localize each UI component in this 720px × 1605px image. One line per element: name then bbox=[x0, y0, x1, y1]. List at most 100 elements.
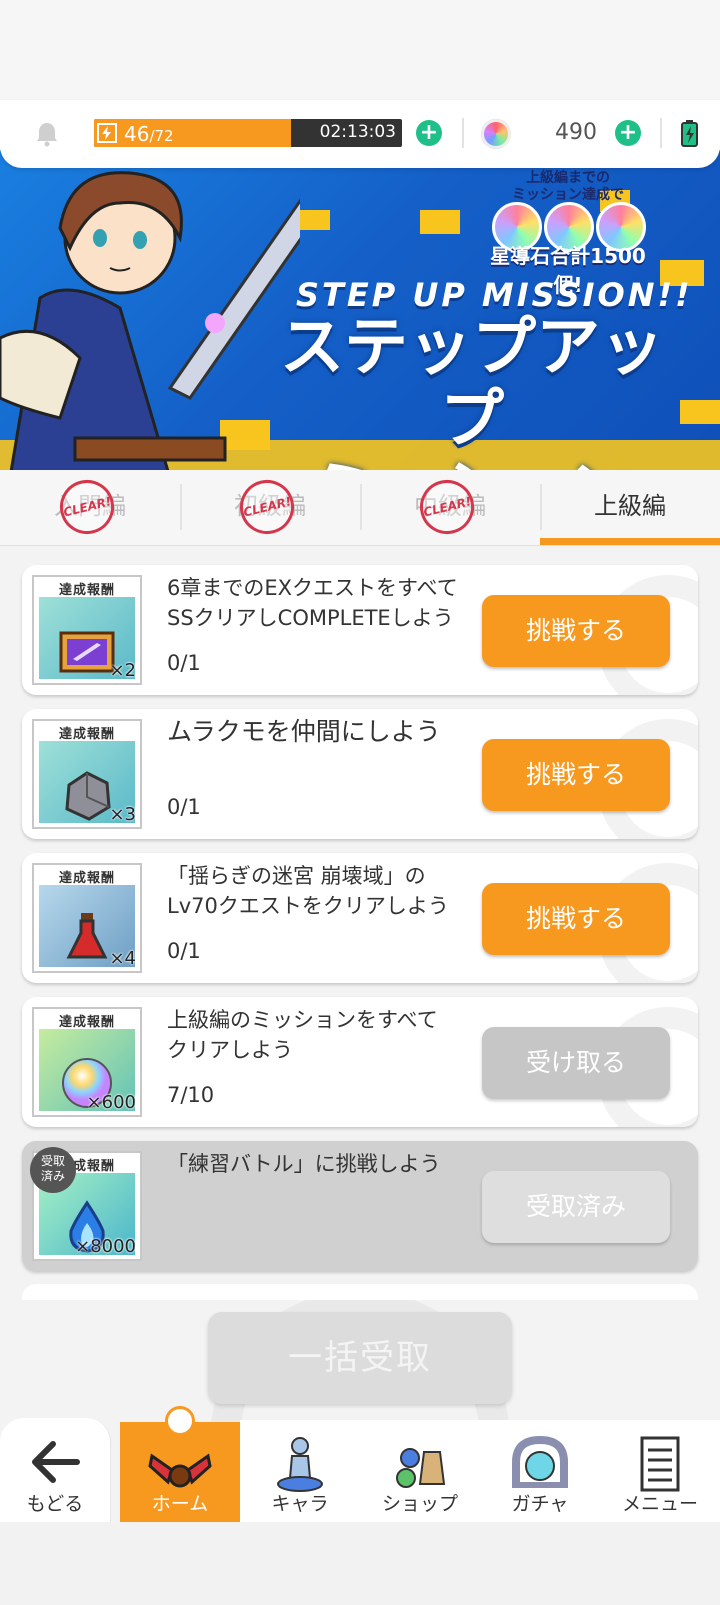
claimed-badge-line2: 済み bbox=[40, 1169, 65, 1183]
tab-elementary[interactable]: 初級編 CLEAR! bbox=[180, 470, 360, 545]
reward-box[interactable]: 達成報酬 ×8000 受取 済み bbox=[30, 1147, 142, 1261]
banner-subtitle: STEP UP MISSION!! bbox=[296, 276, 693, 314]
tab-intermediate[interactable]: 中級編 CLEAR! bbox=[360, 470, 540, 545]
reward-label: 達成報酬 bbox=[58, 871, 115, 886]
challenge-button[interactable]: 挑戦する bbox=[482, 739, 670, 811]
add-stamina-plus-icon[interactable]: + bbox=[416, 120, 442, 146]
tab-label: 上級編 bbox=[594, 492, 666, 520]
receive-button[interactable]: 受け取る bbox=[482, 1027, 670, 1099]
challenge-button[interactable]: 挑戦する bbox=[482, 595, 670, 667]
ore-rock-icon bbox=[65, 771, 111, 821]
nav-character[interactable]: キャラ bbox=[240, 1420, 361, 1522]
mission-card: 達成報酬 ×2 6章までのEXクエストをすべて SSクリアしCOMPLETEしよ… bbox=[22, 565, 698, 695]
banner-decoration bbox=[300, 210, 330, 230]
challenge-button[interactable]: 挑戦する bbox=[482, 883, 670, 955]
mission-card-claimed: 達成報酬 ×8000 受取 済み 「練習バトル」に挑戦しよう 受取済み bbox=[22, 1141, 698, 1271]
nav-shop[interactable]: ショップ bbox=[360, 1420, 481, 1522]
mission-line1: 6章までのEXクエストをすべて bbox=[167, 576, 458, 600]
reward-box[interactable]: 達成報酬 ×2 bbox=[32, 575, 142, 685]
stamina-timer: 02:13:03 bbox=[319, 122, 396, 142]
reward-box[interactable]: 達成報酬 ×4 bbox=[32, 863, 142, 973]
claimed-badge-line1: 受取 bbox=[40, 1154, 65, 1168]
character-icon bbox=[277, 1437, 323, 1492]
clear-stamp: CLEAR! bbox=[414, 474, 480, 540]
top-blank-area bbox=[0, 0, 720, 100]
mission-card: 達成報酬 ×3 ムラクモを仲間にしよう 0/1 挑戦する bbox=[22, 709, 698, 839]
hero-character-illustration bbox=[0, 171, 300, 470]
reward-count: ×2 bbox=[109, 660, 136, 681]
mission-progress: 7/10 bbox=[167, 1083, 215, 1107]
divider bbox=[462, 118, 464, 148]
home-orb-decoration bbox=[165, 1406, 195, 1436]
status-bar: 46/72 02:13:03 + 490 + bbox=[0, 100, 720, 168]
mission-description: 6章までのEXクエストをすべて SSクリアしCOMPLETEしよう bbox=[167, 573, 497, 633]
stamina-bar: 46/72 02:13:03 bbox=[94, 119, 402, 147]
banner-title-line2: ミッション bbox=[262, 456, 682, 470]
mission-description: 上級編のミッションをすべて クリアしよう bbox=[167, 1005, 497, 1065]
mission-list[interactable]: 達成報酬 ×2 6章までのEXクエストをすべて SSクリアしCOMPLETEしよ… bbox=[0, 560, 720, 1300]
mission-progress: 0/1 bbox=[167, 939, 201, 963]
reward-count: ×3 bbox=[109, 804, 136, 825]
banner-title-line1: ステップアップ bbox=[280, 311, 664, 457]
nav-label: メニュー bbox=[621, 1493, 698, 1515]
claimed-button[interactable]: 受取済み bbox=[482, 1171, 670, 1243]
stamina-current: 46 bbox=[124, 122, 150, 146]
tab-beginner[interactable]: 入門編 CLEAR! bbox=[0, 470, 180, 545]
reward-box[interactable]: 達成報酬 ×600 bbox=[32, 1007, 142, 1117]
battery-icon bbox=[681, 120, 698, 147]
reward-count: ×4 bbox=[109, 948, 136, 969]
shop-icon bbox=[396, 1448, 446, 1488]
reward-box[interactable]: 達成報酬 ×3 bbox=[32, 719, 142, 829]
mission-card: 達成報酬 ×4 「揺らぎの迷宮 崩壊域」の Lv70クエストをクリアしよう 0/… bbox=[22, 853, 698, 983]
tab-advanced[interactable]: 上級編 bbox=[540, 470, 720, 545]
stamina-text: 46/72 bbox=[124, 122, 174, 146]
reward-count: ×8000 bbox=[75, 1236, 136, 1257]
mission-line1: 「練習バトル」に挑戦しよう bbox=[167, 1152, 441, 1176]
mission-description: 「練習バトル」に挑戦しよう bbox=[167, 1149, 497, 1179]
reward-label: 達成報酬 bbox=[58, 583, 115, 598]
mission-progress: 0/1 bbox=[167, 795, 201, 819]
nav-gacha[interactable]: ガチャ bbox=[480, 1420, 601, 1522]
nav-label: キャラ bbox=[271, 1493, 329, 1515]
bulk-claim-button[interactable]: 一括受取 bbox=[208, 1312, 512, 1404]
gacha-icon bbox=[512, 1435, 568, 1488]
reward-count: ×600 bbox=[86, 1092, 136, 1113]
clear-stamp: CLEAR! bbox=[54, 474, 120, 540]
nav-label: ホーム bbox=[151, 1493, 209, 1515]
bottom-navigation: もどる ホーム キャラ ショップ ガチャ メニュー bbox=[0, 1406, 720, 1522]
add-gem-plus-icon[interactable]: + bbox=[615, 120, 641, 146]
nav-back[interactable]: もどる bbox=[0, 1418, 111, 1522]
mission-line2: Lv70クエストをクリアしよう bbox=[167, 894, 449, 918]
nav-home[interactable]: ホーム bbox=[120, 1406, 241, 1522]
difficulty-tabs: 入門編 CLEAR! 初級編 CLEAR! 中級編 CLEAR! 上級編 bbox=[0, 470, 720, 546]
home-icon bbox=[148, 1453, 212, 1488]
mission-card: 達成報酬 ×600 上級編のミッションをすべて クリアしよう 7/10 受け取る bbox=[22, 997, 698, 1127]
reward-label: 達成報酬 bbox=[58, 1015, 115, 1030]
nav-label: ショップ bbox=[381, 1493, 458, 1515]
mission-description: ムラクモを仲間にしよう bbox=[167, 717, 497, 747]
reward-label: 達成報酬 bbox=[58, 727, 115, 742]
nav-label: ガチャ bbox=[511, 1493, 569, 1515]
banner-decoration bbox=[680, 400, 720, 424]
back-arrow-icon bbox=[32, 1441, 80, 1483]
mission-line2: SSクリアしCOMPLETEしよう bbox=[167, 606, 454, 630]
bell-icon[interactable] bbox=[33, 120, 61, 148]
stamina-max: /72 bbox=[149, 127, 174, 145]
mission-progress: 0/1 bbox=[167, 651, 201, 675]
red-potion-icon bbox=[66, 913, 108, 959]
mission-line1: 「揺らぎの迷宮 崩壊域」の bbox=[167, 864, 426, 888]
step-up-mission-banner: 上級編までの ミッション達成で 星導石合計1500個! STEP UP MISS… bbox=[0, 150, 720, 470]
banner-prize-text: 上級編までの ミッション達成で bbox=[478, 170, 658, 204]
nav-label: もどる bbox=[26, 1493, 84, 1515]
lightning-bolt-icon bbox=[97, 123, 117, 143]
mission-card-partial bbox=[22, 1284, 698, 1300]
menu-list-icon bbox=[640, 1436, 680, 1492]
gem-count: 490 bbox=[555, 120, 597, 145]
mission-line1: 上級編のミッションをすべて bbox=[167, 1008, 438, 1032]
mission-description: 「揺らぎの迷宮 崩壊域」の Lv70クエストをクリアしよう bbox=[167, 861, 497, 921]
nav-menu[interactable]: メニュー bbox=[600, 1420, 720, 1522]
divider bbox=[660, 118, 662, 148]
claimed-badge: 受取 済み bbox=[30, 1147, 76, 1193]
mission-line2: クリアしよう bbox=[167, 1038, 293, 1062]
banner-prize-line1: 上級編までの bbox=[526, 170, 610, 186]
